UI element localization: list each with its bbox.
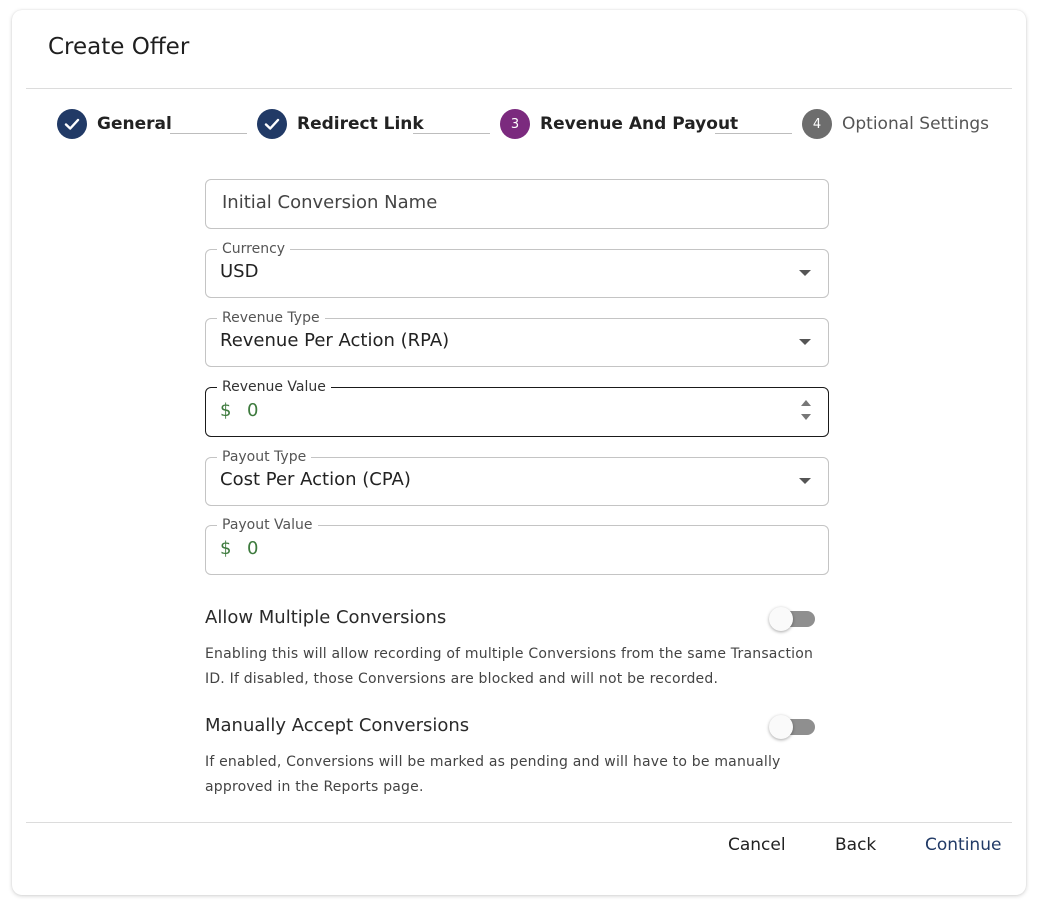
- step-label: Redirect Link: [297, 114, 424, 134]
- description-line: If enabled, Conversions will be marked a…: [205, 754, 781, 770]
- step-number-badge: 3: [500, 109, 530, 139]
- step-number-badge: 4: [802, 109, 832, 139]
- currency-select[interactable]: Currency USD: [205, 240, 829, 298]
- select-value: Cost Per Action (CPA): [220, 469, 411, 490]
- manually-accept-conversions-description: If enabled, Conversions will be marked a…: [205, 750, 825, 800]
- manually-accept-conversions-title: Manually Accept Conversions: [205, 715, 470, 736]
- step-redirect-link[interactable]: Redirect Link: [257, 109, 424, 139]
- payout-type-select[interactable]: Payout Type Cost Per Action (CPA): [205, 448, 829, 506]
- description-line: approved in the Reports page.: [205, 779, 424, 795]
- initial-conversion-name-input[interactable]: Initial Conversion Name: [205, 179, 829, 229]
- input-placeholder: Initial Conversion Name: [222, 192, 438, 213]
- revenue-type-select[interactable]: Revenue Type Revenue Per Action (RPA): [205, 309, 829, 367]
- allow-multiple-conversions-title: Allow Multiple Conversions: [205, 607, 447, 628]
- cancel-button[interactable]: Cancel: [728, 835, 786, 855]
- input-value: 0: [247, 538, 259, 559]
- back-button[interactable]: Back: [835, 835, 876, 855]
- header-divider: [26, 88, 1012, 89]
- step-connector: [170, 133, 247, 134]
- increment-icon[interactable]: [801, 400, 811, 406]
- description-line: Enabling this will allow recording of mu…: [205, 646, 814, 662]
- step-connector: [715, 133, 792, 134]
- field-label: Revenue Value: [217, 378, 331, 396]
- step-label: Optional Settings: [842, 114, 990, 134]
- toggle-thumb: [769, 607, 793, 631]
- dropdown-arrow-icon: [799, 478, 811, 484]
- field-label: Payout Value: [217, 516, 318, 534]
- field-label: Revenue Type: [217, 309, 325, 327]
- footer-divider: [26, 822, 1012, 823]
- currency-prefix: $: [220, 538, 232, 559]
- select-value: Revenue Per Action (RPA): [220, 330, 450, 351]
- currency-prefix: $: [220, 400, 232, 421]
- input-value: 0: [247, 400, 259, 421]
- step-general[interactable]: General: [57, 109, 172, 139]
- toggle-thumb: [769, 715, 793, 739]
- field-label: Currency: [217, 240, 291, 258]
- dialog-title: Create Offer: [48, 34, 190, 60]
- step-revenue-and-payout[interactable]: 3 Revenue And Payout: [500, 109, 738, 139]
- manually-accept-conversions-toggle[interactable]: [769, 715, 815, 739]
- step-label: Revenue And Payout: [540, 114, 739, 134]
- allow-multiple-conversions-toggle[interactable]: [769, 607, 815, 631]
- field-label: Payout Type: [217, 448, 312, 466]
- check-icon: [257, 109, 287, 139]
- allow-multiple-conversions-description: Enabling this will allow recording of mu…: [205, 642, 825, 692]
- dropdown-arrow-icon: [799, 339, 811, 345]
- decrement-icon[interactable]: [801, 414, 811, 420]
- continue-button[interactable]: Continue: [925, 835, 1001, 855]
- step-connector: [413, 133, 490, 134]
- check-icon: [57, 109, 87, 139]
- revenue-value-input[interactable]: Revenue Value $ 0: [205, 378, 829, 437]
- select-value: USD: [220, 261, 259, 282]
- description-line: ID. If disabled, those Conversions are b…: [205, 671, 719, 687]
- step-optional-settings[interactable]: 4 Optional Settings: [802, 109, 989, 139]
- step-label: General: [97, 114, 172, 134]
- payout-value-input[interactable]: Payout Value $ 0: [205, 516, 829, 575]
- dropdown-arrow-icon: [799, 270, 811, 276]
